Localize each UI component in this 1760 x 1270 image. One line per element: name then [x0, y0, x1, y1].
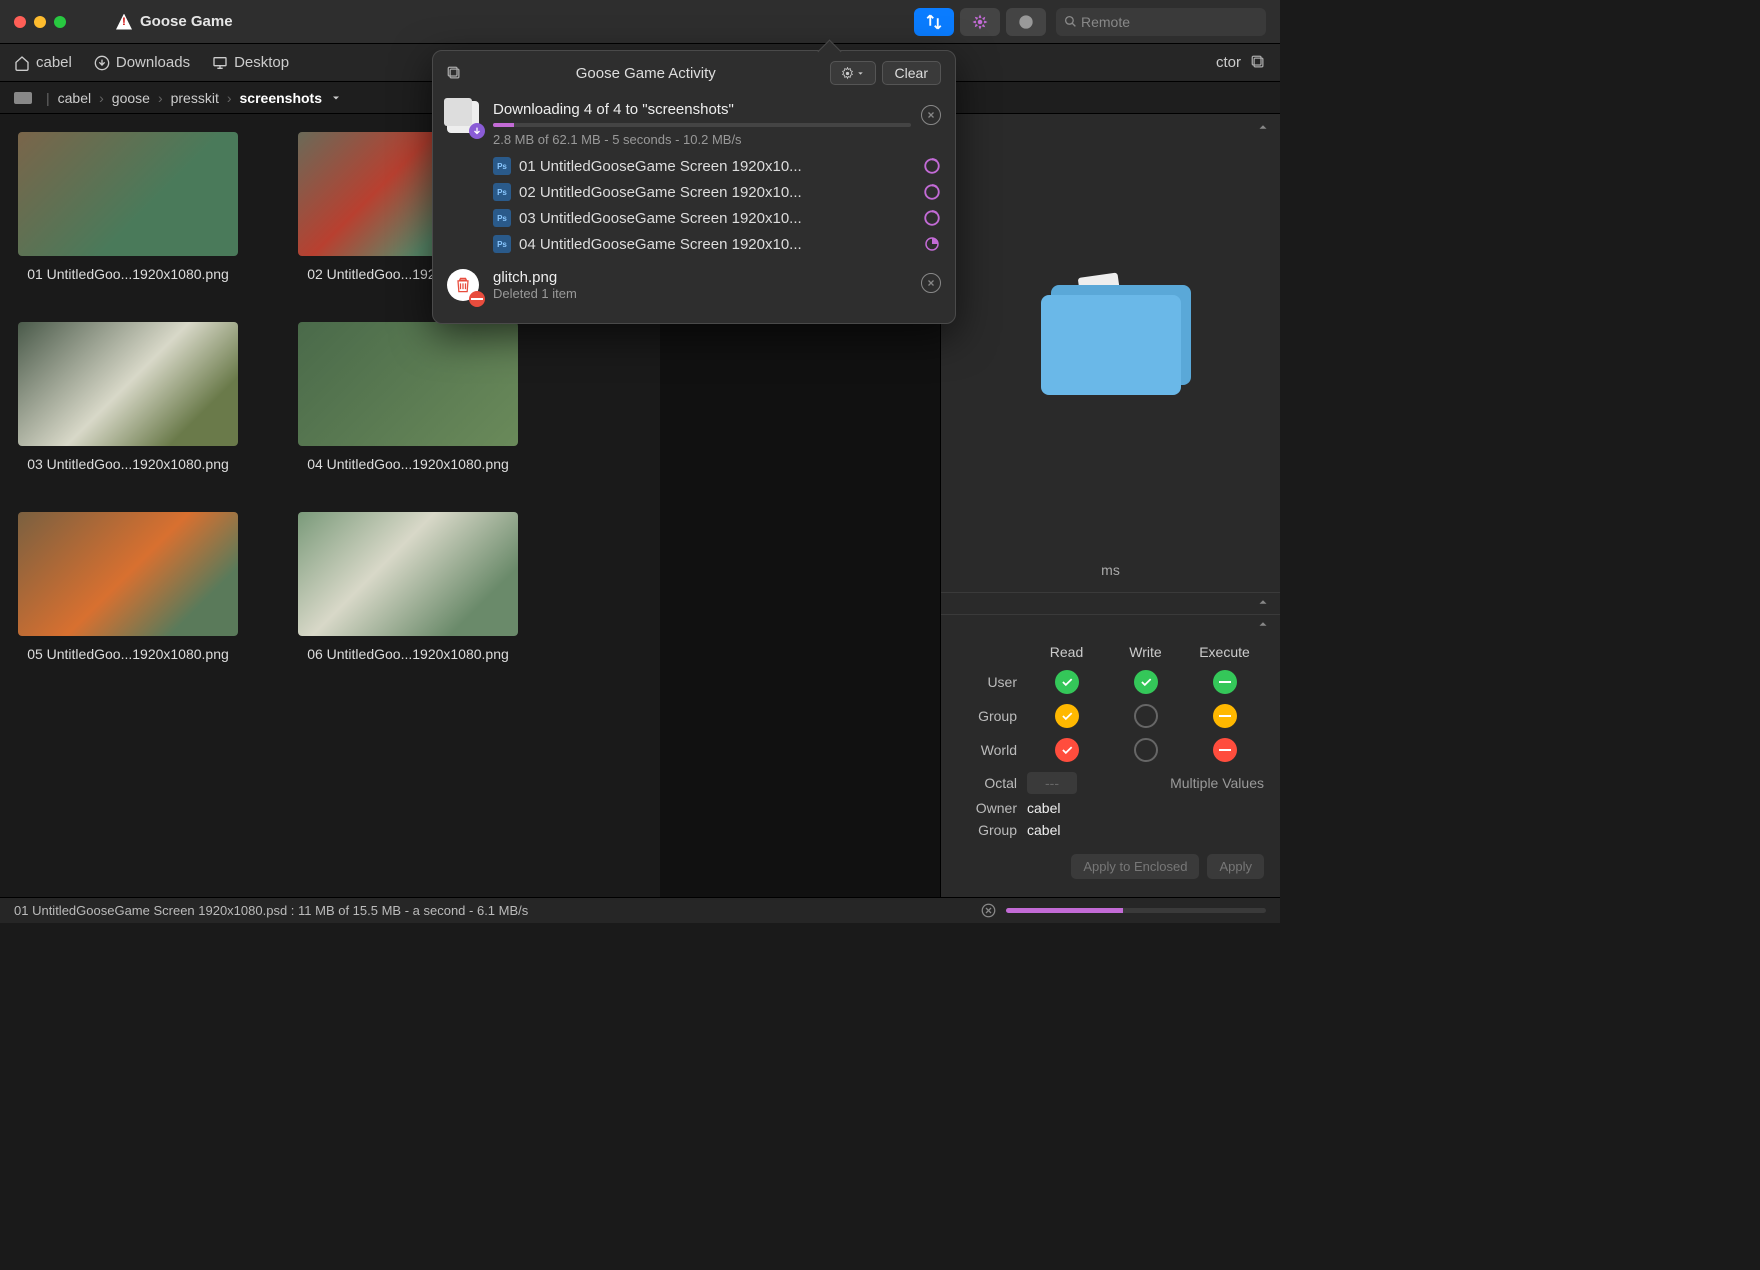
download-icon	[94, 55, 110, 71]
folder-icon	[1031, 275, 1191, 395]
perm-user-execute[interactable]	[1213, 670, 1237, 694]
chevron-down-icon	[856, 69, 865, 78]
progress-icon	[923, 235, 941, 253]
search-icon	[1064, 15, 1077, 28]
window-title: Goose Game	[116, 13, 233, 30]
cancel-task[interactable]	[921, 105, 941, 125]
octal-input[interactable]: ---	[1027, 772, 1077, 794]
apply-enclosed-button[interactable]: Apply to Enclosed	[1071, 854, 1199, 879]
path-seg-0[interactable]: cabel	[58, 90, 91, 106]
popout-icon[interactable]	[447, 66, 462, 81]
perm-row-world: World	[957, 738, 1264, 762]
download-task: Downloading 4 of 4 to "screenshots" 2.8 …	[433, 95, 955, 153]
activity-button[interactable]	[914, 8, 954, 36]
perm-world-write[interactable]	[1134, 738, 1158, 762]
download-badge-icon	[469, 123, 485, 139]
perm-group-execute[interactable]	[1213, 704, 1237, 728]
task-title: glitch.png	[493, 269, 911, 286]
perm-user-write[interactable]	[1134, 670, 1158, 694]
task-status: 2.8 MB of 62.1 MB - 5 seconds - 10.2 MB/…	[493, 132, 911, 147]
home-icon	[14, 55, 30, 71]
transfer-file[interactable]: Ps 03 UntitledGooseGame Screen 1920x10..…	[433, 205, 955, 231]
progress-icon	[923, 183, 941, 201]
psd-icon: Ps	[493, 183, 511, 201]
collapse-icon[interactable]	[1256, 595, 1270, 609]
desktop-icon	[212, 55, 228, 71]
file-thumb[interactable]: 05 UntitledGoo...1920x1080.png	[18, 512, 238, 662]
perm-world-execute[interactable]	[1213, 738, 1237, 762]
disk-icon[interactable]	[14, 92, 32, 104]
task-progress	[493, 123, 911, 127]
transfer-file[interactable]: Ps 04 UntitledGooseGame Screen 1920x10..…	[433, 231, 955, 257]
close-window[interactable]	[14, 16, 26, 28]
psd-icon: Ps	[493, 209, 511, 227]
status-bar: 01 UntitledGooseGame Screen 1920x1080.ps…	[0, 897, 1280, 923]
file-thumb[interactable]: 04 UntitledGoo...1920x1080.png	[298, 322, 518, 472]
fav-desktop[interactable]: Desktop	[212, 54, 289, 71]
popover-title: Goose Game Activity	[462, 65, 830, 82]
activity-popover: Goose Game Activity Clear Downloading 4 …	[432, 50, 956, 324]
minimize-window[interactable]	[34, 16, 46, 28]
gear-icon	[841, 67, 854, 80]
status-cancel[interactable]	[981, 903, 996, 918]
title-text: Goose Game	[140, 13, 233, 30]
delete-badge-icon	[469, 291, 485, 307]
status-progress-fill	[1006, 908, 1123, 913]
inspector-panel: ms Read Write Execute User Group	[940, 114, 1280, 897]
fav-home[interactable]: cabel	[14, 54, 72, 71]
dismiss-task[interactable]	[921, 273, 941, 293]
inspector-preview	[941, 114, 1280, 556]
transfer-file[interactable]: Ps 02 UntitledGooseGame Screen 1920x10..…	[433, 179, 955, 205]
psd-icon: Ps	[493, 157, 511, 175]
window-controls	[14, 16, 66, 28]
status-progress	[1006, 908, 1266, 913]
progress-icon	[923, 157, 941, 175]
file-thumb[interactable]: 03 UntitledGoo...1920x1080.png	[18, 322, 238, 472]
chevron-down-icon[interactable]	[330, 92, 342, 104]
collapse-icon[interactable]	[1256, 617, 1270, 631]
info-button[interactable]	[1006, 8, 1046, 36]
activity-menu[interactable]	[830, 61, 876, 85]
perm-group-read[interactable]	[1055, 704, 1079, 728]
titlebar: Goose Game Remote	[0, 0, 1280, 44]
transfer-file[interactable]: Ps 01 UntitledGooseGame Screen 1920x10..…	[433, 153, 955, 179]
status-text: 01 UntitledGooseGame Screen 1920x1080.ps…	[14, 903, 528, 918]
perm-world-read[interactable]	[1055, 738, 1079, 762]
path-seg-1[interactable]: goose	[112, 90, 150, 106]
owner-value[interactable]: cabel	[1027, 800, 1060, 816]
task-status: Deleted 1 item	[493, 286, 911, 301]
permissions-section: Read Write Execute User Group World	[941, 636, 1280, 897]
apply-button[interactable]: Apply	[1207, 854, 1264, 879]
file-thumb[interactable]: 06 UntitledGoo...1920x1080.png	[298, 512, 518, 662]
inspector-label: ctor	[1216, 54, 1241, 71]
task-title: Downloading 4 of 4 to "screenshots"	[493, 101, 911, 118]
perm-user-read[interactable]	[1055, 670, 1079, 694]
collapse-icon[interactable]	[1256, 120, 1270, 134]
zoom-window[interactable]	[54, 16, 66, 28]
delete-task: glitch.png Deleted 1 item	[433, 263, 955, 311]
search-placeholder: Remote	[1081, 14, 1130, 30]
progress-icon	[923, 209, 941, 227]
sync-button[interactable]	[960, 8, 1000, 36]
perm-group-write[interactable]	[1134, 704, 1158, 728]
file-thumb[interactable]: 01 UntitledGoo...1920x1080.png	[18, 132, 238, 282]
selection-count: ms	[941, 556, 1280, 592]
path-seg-2[interactable]: presskit	[171, 90, 219, 106]
group-value[interactable]: cabel	[1027, 822, 1060, 838]
fav-downloads[interactable]: Downloads	[94, 54, 190, 71]
clear-button[interactable]: Clear	[882, 61, 941, 85]
search-input[interactable]: Remote	[1056, 8, 1266, 36]
psd-icon: Ps	[493, 235, 511, 253]
perm-row-group: Group	[957, 704, 1264, 728]
path-current[interactable]: screenshots	[240, 90, 322, 106]
popout-icon[interactable]	[1251, 55, 1266, 70]
perm-row-user: User	[957, 670, 1264, 694]
warning-icon	[116, 14, 132, 30]
